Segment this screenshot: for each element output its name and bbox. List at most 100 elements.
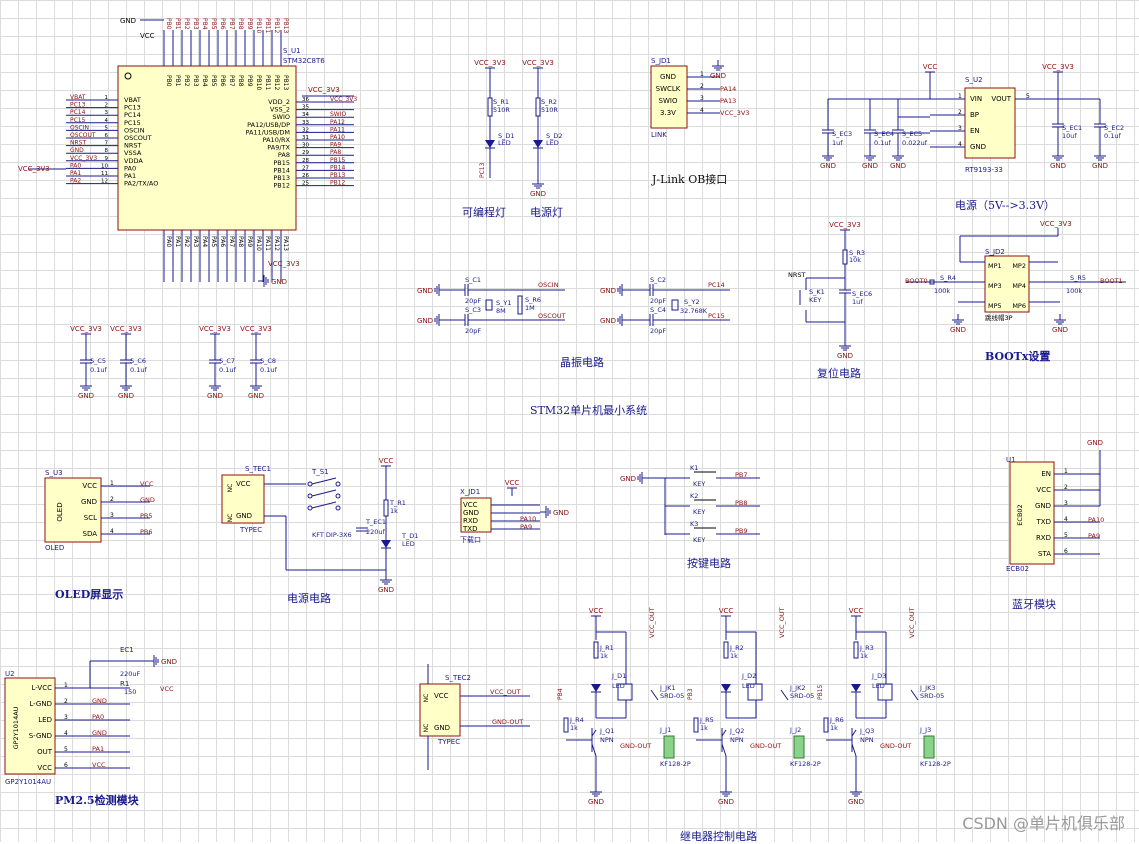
pm-pin: S-GND: [29, 732, 52, 740]
mcu-top-net: PB10: [255, 18, 262, 34]
mcu-right-net: PA9: [330, 142, 341, 149]
mcu-bottom-pin-name: PA4: [201, 236, 208, 247]
oled-title: OLED屏显示: [55, 588, 124, 601]
mcu-left-net: PA0: [70, 162, 81, 169]
relay-r2-val: 1k: [830, 724, 838, 732]
pm-ec-ref: EC1: [120, 646, 134, 654]
pm-r-ref: R1: [120, 680, 129, 688]
jlink-pin: GND: [660, 73, 676, 81]
relay-j-val: KF128-2P: [790, 760, 821, 768]
relay-led-ref: J_D1: [611, 672, 626, 680]
mcu-top-net: PB2: [183, 18, 190, 30]
bt-pin-num: 1: [1064, 468, 1068, 475]
ldo-pin: VIN: [970, 95, 982, 103]
crystal-cap-val: 20pF: [465, 297, 481, 305]
tec1-pin: VCC: [236, 480, 251, 488]
mcu-top-pin-name: PB10: [255, 75, 262, 91]
crystal-title: 晶振电路: [560, 356, 604, 369]
mcu-top-pin-name: PB5: [210, 75, 217, 87]
mcu-top-net: PB8: [237, 18, 244, 30]
relay-terminal: [923, 735, 935, 759]
mcu-top-net: PB5: [210, 18, 217, 30]
relay-r2-ref: J_R4: [569, 716, 584, 724]
tec1-led: [381, 540, 391, 548]
mcu-top-pin-name: PB2: [183, 75, 190, 87]
mcu-pin-num: 9: [105, 156, 109, 162]
pm-pin-num: 4: [64, 730, 68, 737]
mcu-bottom-pin-name: PA10: [255, 236, 262, 251]
pm-pin-num: 5: [64, 746, 68, 753]
relay-q-ref: J_Q2: [729, 727, 744, 735]
bt-pin-num: 6: [1064, 548, 1068, 555]
vcc-label: VCC: [379, 457, 394, 465]
pm-pin: LED: [38, 716, 52, 724]
crystal-y1: [485, 299, 493, 311]
reset-key-ref: S_K1: [809, 288, 825, 296]
tec2-vccout: VCC_OUT: [490, 688, 521, 696]
relay-r2: [563, 717, 569, 733]
uart-net: PA10: [520, 515, 536, 523]
bt-part: ECB02: [1006, 565, 1029, 573]
relay-q-ref: J_Q1: [599, 727, 614, 735]
mcu-right-net: PB15: [330, 157, 346, 164]
relay-vccout: VCC_OUT: [908, 607, 916, 638]
mcu-vcc-top: VCC: [140, 32, 155, 40]
relay-jk-ref: J_JK3: [919, 684, 935, 692]
mcu-right-net: PA8: [330, 149, 341, 156]
jlink-pin-num: 4: [700, 107, 704, 114]
boot-pin: MP5: [988, 302, 1002, 310]
boot-r4-val: 100k: [934, 287, 950, 295]
reset-r-val: 10k: [849, 256, 861, 264]
relay-r1: [593, 641, 599, 659]
bt-net: PA10: [1088, 516, 1104, 524]
tec2-nc: NC: [423, 724, 430, 733]
vcc-label: VCC: [923, 63, 938, 71]
relay-j-val: KF128-2P: [660, 760, 691, 768]
mcu-left-net: PC15: [70, 117, 86, 124]
ldo-pin: BP: [970, 111, 979, 119]
decap-ref: S_C8: [260, 357, 276, 365]
decap-val: 0.1uf: [90, 366, 107, 374]
bt-gnd: GND: [1087, 439, 1103, 447]
gnd-label: GND: [530, 190, 546, 198]
relay-r1-ref: J_R1: [599, 644, 614, 652]
mcu-part: STM32C8T6: [283, 57, 325, 65]
gnd-label: GND: [1052, 326, 1068, 334]
relay-r1: [853, 641, 859, 659]
power-title: 电源（5V-->3.3V）: [955, 199, 1056, 212]
mcu-pin-num: 2: [105, 103, 109, 109]
ldo-pin-num: 2: [958, 109, 962, 116]
relay-r1-val: 1k: [600, 652, 608, 660]
ldo-cap-val: 0.022uf: [902, 139, 928, 147]
gnd-label: GND: [600, 317, 616, 325]
key-net: PB8: [735, 499, 748, 507]
power-led-title: 电源灯: [530, 206, 563, 219]
vcc-label: VCC: [505, 479, 520, 487]
led-val: LED: [498, 139, 511, 147]
mcu-right-net: SWIO: [330, 111, 347, 118]
pm-pin: L-VCC: [32, 684, 53, 692]
crystal-r6: [517, 295, 523, 315]
relay-r1-val: 1k: [860, 652, 868, 660]
oled-pin: GND: [81, 498, 97, 506]
uart-pin: VCC: [463, 501, 478, 509]
power-circuit-title: 电源电路: [287, 592, 331, 605]
gnd-label: GND: [248, 392, 264, 400]
crystal-net2: OSCOUT: [538, 312, 566, 320]
vcc-label: VCC_3V3: [199, 325, 231, 333]
key-ref: K2: [690, 492, 698, 500]
mcu-left-net: PA2: [70, 178, 81, 185]
crystal-y2-val: 32.768K: [680, 307, 708, 315]
mcu-pin-num: 6: [105, 133, 109, 139]
jlink-pin-num: 1: [700, 71, 704, 78]
mcu-pin-num: 25: [302, 181, 309, 187]
uart-name: 下载口: [460, 535, 481, 544]
ldo-cap-ref: S_EC1: [1062, 124, 1082, 132]
key-net: PB7: [735, 471, 748, 479]
tec1-led-ref: T_D1: [401, 532, 418, 540]
mcu-top-pin-name: PB8: [237, 75, 244, 87]
mcu-bottom-pin-name: PA7: [228, 236, 235, 247]
gnd-label: GND: [553, 509, 569, 517]
boot-vcc: VCC_3V3: [1040, 220, 1072, 228]
gnd-label: GND: [588, 798, 604, 806]
